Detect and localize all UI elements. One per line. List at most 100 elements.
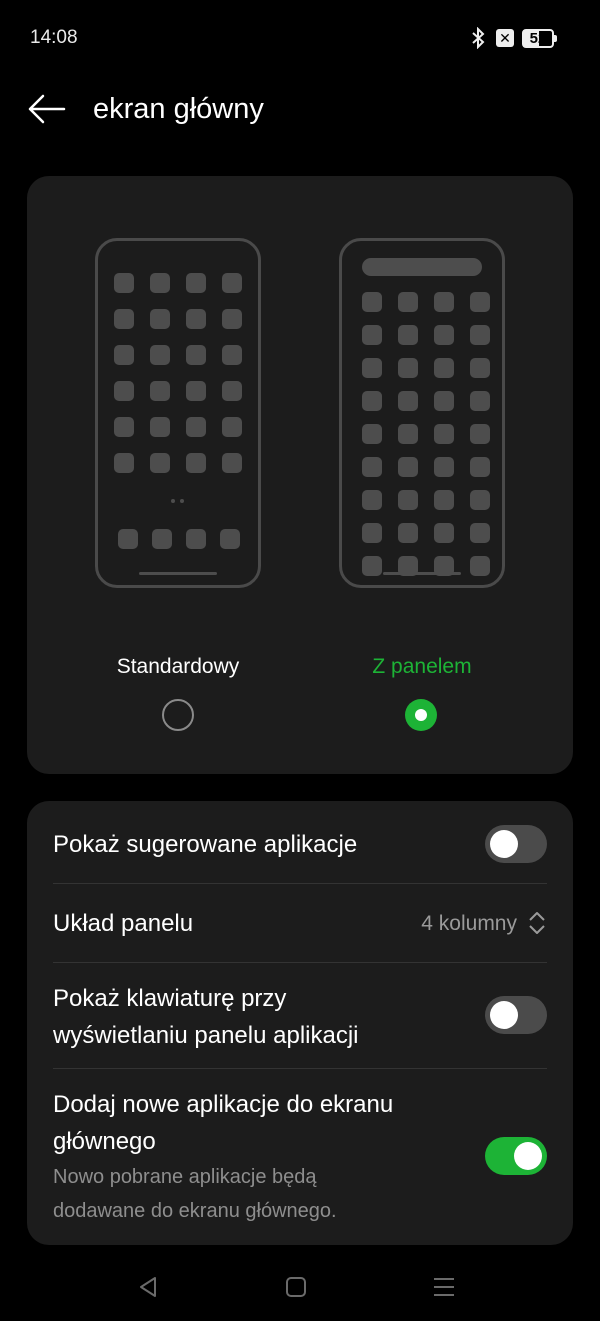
setting-show-keyboard[interactable]: Pokaż klawiaturę przy wyświetlaniu panel… — [27, 963, 573, 1067]
panel-layout-value[interactable]: 4 kolumny — [421, 912, 517, 936]
app-icon-placeholder — [434, 424, 454, 444]
preview-bar — [139, 572, 217, 575]
page-title: ekran główny — [93, 93, 264, 125]
no-sim-icon: ✕ — [496, 29, 514, 47]
app-icon-placeholder — [150, 273, 170, 293]
app-icon-placeholder — [398, 457, 418, 477]
app-icon-placeholder — [362, 457, 382, 477]
system-navigation-bar — [0, 1262, 600, 1312]
app-icon-placeholder — [150, 453, 170, 473]
setting-add-new-apps-label-line2: głównego — [53, 1128, 156, 1155]
app-icon-placeholder — [186, 309, 206, 329]
home-square-icon[interactable] — [281, 1272, 311, 1302]
standard-layout-preview[interactable] — [95, 238, 261, 588]
setting-add-new-apps[interactable]: Dodaj nowe aplikacje do ekranu głównego … — [27, 1069, 573, 1239]
chevron-up-down-icon[interactable] — [527, 909, 547, 937]
app-icon-placeholder — [222, 381, 242, 401]
recents-menu-icon[interactable] — [429, 1272, 459, 1302]
app-icon-placeholder — [470, 292, 490, 312]
suggested-apps-toggle[interactable] — [485, 825, 547, 863]
bluetooth-icon — [472, 27, 485, 49]
app-icon-placeholder — [114, 381, 134, 401]
option-standard-label[interactable]: Standardowy — [78, 655, 278, 679]
app-icon-placeholder — [434, 490, 454, 510]
option-standard-radio[interactable] — [162, 699, 194, 731]
app-icon-placeholder — [470, 556, 490, 576]
app-icon-placeholder — [398, 325, 418, 345]
app-icon-placeholder — [362, 523, 382, 543]
app-icon-placeholder — [434, 457, 454, 477]
app-icon-placeholder — [114, 309, 134, 329]
app-icon-placeholder — [434, 523, 454, 543]
preview-bar — [383, 572, 461, 575]
status-time: 14:08 — [30, 27, 78, 48]
back-triangle-icon[interactable] — [133, 1272, 163, 1302]
app-icon-placeholder — [362, 424, 382, 444]
app-icon-placeholder — [434, 292, 454, 312]
setting-add-new-apps-desc-line1: Nowo pobrane aplikacje będą — [53, 1166, 317, 1188]
app-icon-placeholder — [434, 391, 454, 411]
app-icon-placeholder — [470, 523, 490, 543]
app-icon-placeholder — [398, 358, 418, 378]
app-icon-placeholder — [186, 381, 206, 401]
app-icon-placeholder — [362, 490, 382, 510]
app-icon-placeholder — [398, 523, 418, 543]
app-icon-placeholder — [114, 273, 134, 293]
app-icon-placeholder — [222, 273, 242, 293]
app-icon-placeholder — [222, 345, 242, 365]
setting-panel-layout-label: Układ panelu — [53, 910, 194, 937]
app-icon-placeholder — [470, 424, 490, 444]
setting-add-new-apps-label-line1: Dodaj nowe aplikacje do ekranu — [53, 1091, 394, 1118]
add-new-apps-toggle[interactable] — [485, 1137, 547, 1175]
app-icon-placeholder — [150, 309, 170, 329]
setting-panel-layout[interactable]: Układ panelu 4 kolumny — [27, 884, 573, 962]
preview-bar — [362, 258, 482, 276]
app-icon-placeholder — [362, 292, 382, 312]
settings-list: Pokaż sugerowane aplikacje Układ panelu … — [27, 801, 573, 1245]
panel-layout-preview[interactable] — [339, 238, 505, 588]
app-icon-placeholder — [470, 325, 490, 345]
app-icon-placeholder — [118, 529, 138, 549]
app-icon-placeholder — [186, 345, 206, 365]
setting-suggested-apps[interactable]: Pokaż sugerowane aplikacje — [27, 801, 573, 883]
app-icon-placeholder — [114, 453, 134, 473]
app-icon-placeholder — [114, 345, 134, 365]
app-icon-placeholder — [398, 490, 418, 510]
app-icon-placeholder — [362, 358, 382, 378]
battery-level: 52 — [529, 30, 547, 47]
app-icon-placeholder — [470, 490, 490, 510]
app-icon-placeholder — [150, 381, 170, 401]
app-icon-placeholder — [398, 391, 418, 411]
app-icon-placeholder — [114, 417, 134, 437]
page-indicator-dot — [171, 499, 175, 503]
app-icon-placeholder — [150, 345, 170, 365]
app-icon-placeholder — [222, 417, 242, 437]
setting-add-new-apps-desc-line2: dodawane do ekranu głównego. — [53, 1200, 337, 1222]
app-icon-placeholder — [220, 529, 240, 549]
option-panel-label[interactable]: Z panelem — [322, 655, 522, 679]
setting-show-keyboard-label-line1: Pokaż klawiaturę przy — [53, 985, 287, 1012]
app-icon-placeholder — [186, 273, 206, 293]
app-icon-placeholder — [362, 556, 382, 576]
app-icon-placeholder — [470, 391, 490, 411]
app-icon-placeholder — [434, 325, 454, 345]
app-icon-placeholder — [222, 309, 242, 329]
app-icon-placeholder — [470, 457, 490, 477]
show-keyboard-toggle[interactable] — [485, 996, 547, 1034]
home-layout-picker: Standardowy Z panelem — [27, 176, 573, 774]
arrow-left-icon[interactable] — [26, 92, 66, 126]
app-icon-placeholder — [362, 391, 382, 411]
status-bar: 14:08 ✕ 52 — [0, 0, 600, 76]
app-icon-placeholder — [434, 358, 454, 378]
setting-suggested-apps-label: Pokaż sugerowane aplikacje — [53, 831, 358, 858]
app-icon-placeholder — [186, 529, 206, 549]
app-icon-placeholder — [470, 358, 490, 378]
app-icon-placeholder — [362, 325, 382, 345]
option-panel-radio[interactable] — [405, 699, 437, 731]
setting-show-keyboard-label-line2: wyświetlaniu panelu aplikacji — [53, 1022, 359, 1049]
app-icon-placeholder — [398, 424, 418, 444]
battery-icon: 52 — [522, 29, 557, 48]
app-icon-placeholder — [186, 417, 206, 437]
app-icon-placeholder — [398, 292, 418, 312]
app-icon-placeholder — [222, 453, 242, 473]
